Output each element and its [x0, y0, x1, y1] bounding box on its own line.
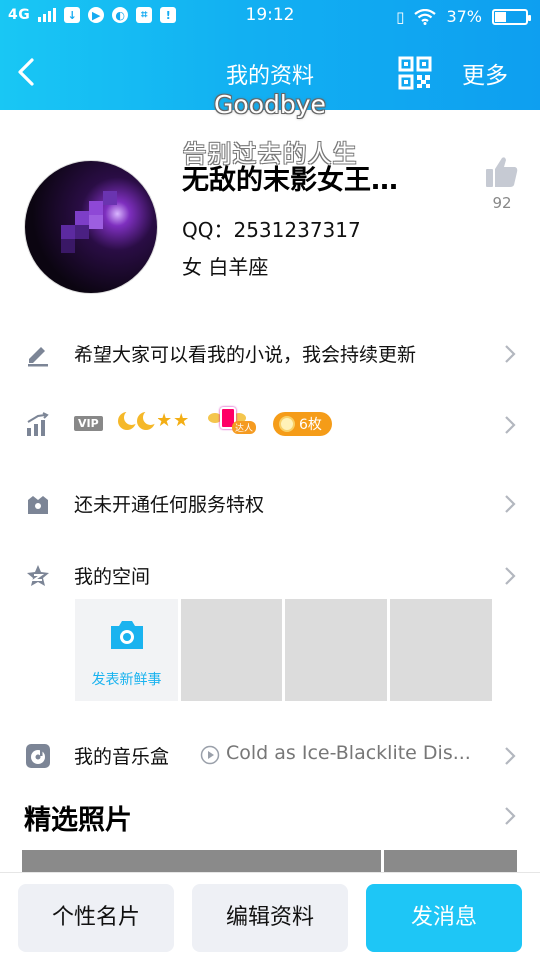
vip-badge: VIP [74, 416, 103, 431]
avatar[interactable] [24, 160, 158, 294]
qq-number: QQ：2531237317 [182, 218, 361, 242]
signature-text: 希望大家可以看我的小说，我会持续更新 [74, 344, 417, 366]
level-chart-icon [27, 412, 49, 436]
featured-photos-title: 精选照片 [24, 805, 132, 836]
music-track: Cold as Ice-Blacklite Dis... [226, 742, 471, 764]
coin-icon [279, 416, 295, 432]
gender-zodiac: 女 白羊座 [182, 255, 269, 279]
coin-count: 6枚 [299, 417, 322, 433]
space-star-icon [27, 565, 49, 586]
music-box-icon [26, 744, 50, 768]
bottom-action-bar: 个性名片 编辑资料 发消息 [0, 872, 540, 960]
status-bar: 4G ↓ ▶ ◐ ⌗ ! 19:12 ▯ 37% [0, 0, 540, 34]
darren-label: 达人 [232, 421, 257, 434]
darren-badge: 达人 [206, 407, 262, 435]
space-photo[interactable] [390, 599, 492, 701]
qr-code-icon[interactable] [398, 56, 432, 90]
chevron-right-icon[interactable] [504, 806, 516, 826]
my-space-label: 我的空间 [74, 566, 151, 588]
more-button[interactable]: 更多 [462, 56, 508, 90]
moon-icon [137, 410, 158, 430]
battery-level: 37% [446, 7, 482, 26]
level-icons: ★ ★ [118, 410, 190, 431]
chevron-right-icon [505, 416, 516, 434]
post-update-label: 发表新鲜事 [91, 672, 162, 688]
post-update-tile[interactable]: 发表新鲜事 [75, 599, 178, 701]
privilege-row[interactable]: 还未开通任何服务特权 [0, 478, 540, 528]
vibrate-icon: ▯ [396, 7, 405, 26]
send-message-button[interactable]: 发消息 [366, 884, 522, 952]
wifi-icon [414, 8, 437, 25]
music-label: 我的音乐盒 [74, 746, 170, 768]
signature-row[interactable]: 希望大家可以看我的小说，我会持续更新 [0, 328, 540, 378]
chevron-right-icon [505, 495, 516, 513]
privilege-text: 还未开通任何服务特权 [74, 494, 265, 516]
star-icon: ★ [173, 410, 190, 431]
battery-icon [492, 8, 531, 25]
profile-card-button[interactable]: 个性名片 [18, 884, 174, 952]
space-photo[interactable] [181, 599, 282, 701]
like-count: 92 [492, 194, 512, 212]
moon-icon [118, 410, 139, 430]
my-space-row[interactable]: 我的空间 [0, 550, 540, 600]
page-title: 我的资料 [225, 64, 314, 89]
coin-badge: 6枚 [273, 412, 332, 436]
thumbs-up-icon [486, 157, 518, 187]
level-row[interactable]: VIP ★ ★ 达人 6枚 [0, 399, 540, 449]
star-icon: ★ [156, 410, 173, 431]
nickname: 无敌的末影女王… [182, 165, 398, 196]
chevron-right-icon [505, 345, 516, 363]
chevron-right-icon [505, 747, 516, 765]
edit-pencil-icon [28, 347, 48, 367]
edit-profile-button[interactable]: 编辑资料 [192, 884, 348, 952]
chevron-right-icon [505, 567, 516, 585]
like-button[interactable]: 92 [482, 156, 522, 212]
space-photo[interactable] [285, 599, 387, 701]
crown-box-icon [28, 496, 48, 514]
music-row[interactable]: 我的音乐盒 Cold as Ice-Blacklite Dis... [0, 730, 540, 780]
camera-icon [111, 621, 143, 649]
play-circle-icon[interactable] [200, 745, 220, 765]
cover-title: Goodbye [214, 90, 326, 119]
